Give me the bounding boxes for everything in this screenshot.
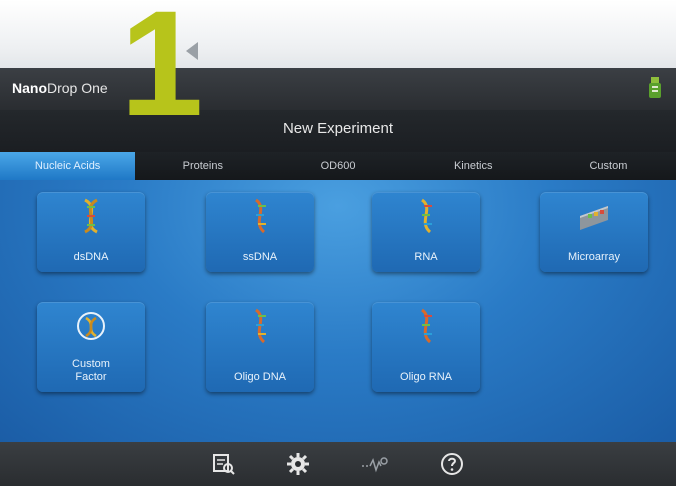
usb-drive-icon[interactable] [646,76,664,100]
title-bar: NanoDrop One [0,68,676,110]
bottom-toolbar [0,442,676,486]
tile-ssdna[interactable]: ssDNA [206,192,314,272]
tile-custom-factor[interactable]: Custom Factor [37,302,145,392]
brand-bold: Nano [12,80,47,96]
settings-gear-icon[interactable] [286,452,310,476]
instrument-screen: NanoDrop One New Experiment Nucleic Acid… [0,68,676,486]
tile-label: dsDNA [73,251,109,263]
tile-dsdna[interactable]: dsDNA [37,192,145,272]
application-grid: dsDNA ssDNA RNA Microarray Custom Factor… [0,180,676,442]
tile-label: Custom Factor [72,358,110,383]
screen-header: New Experiment [0,110,676,152]
page-title: New Experiment [282,120,394,137]
data-viewer-icon[interactable] [212,452,236,476]
tile-rna[interactable]: RNA [372,192,480,272]
diagnostics-icon[interactable] [360,452,388,476]
tile-label: Oligo DNA [234,371,286,383]
tab-nucleic-acids[interactable]: Nucleic Acids [0,152,136,180]
tile-label: Oligo RNA [400,371,452,383]
tab-custom[interactable]: Custom [541,152,676,180]
brand-rest: Drop One [47,80,108,96]
tab-kinetics[interactable]: Kinetics [406,152,541,180]
tile-label: RNA [414,251,438,263]
tile-label: ssDNA [242,251,278,263]
dna-strand-icon [254,198,266,234]
app-title: NanoDrop One [12,80,108,96]
tile-label: Microarray [568,251,620,263]
custom-factor-icon [77,312,105,340]
application-tabs: Nucleic Acids Proteins OD600 Kinetics Cu… [0,152,676,180]
rna-strand-icon [420,198,432,234]
tab-od600[interactable]: OD600 [270,152,405,180]
tab-proteins[interactable]: Proteins [135,152,270,180]
tile-oligo-rna[interactable]: Oligo RNA [372,302,480,392]
tile-oligo-dna[interactable]: Oligo DNA [206,302,314,392]
help-icon[interactable] [440,452,464,476]
oligo-dna-icon [254,308,266,344]
step-callout-number: 1 [120,0,204,147]
microarray-chip-icon [580,206,608,230]
dna-helix-icon [84,198,98,234]
tile-microarray[interactable]: Microarray [540,192,648,272]
oligo-rna-icon [420,308,432,344]
device-photo-background [0,0,676,68]
